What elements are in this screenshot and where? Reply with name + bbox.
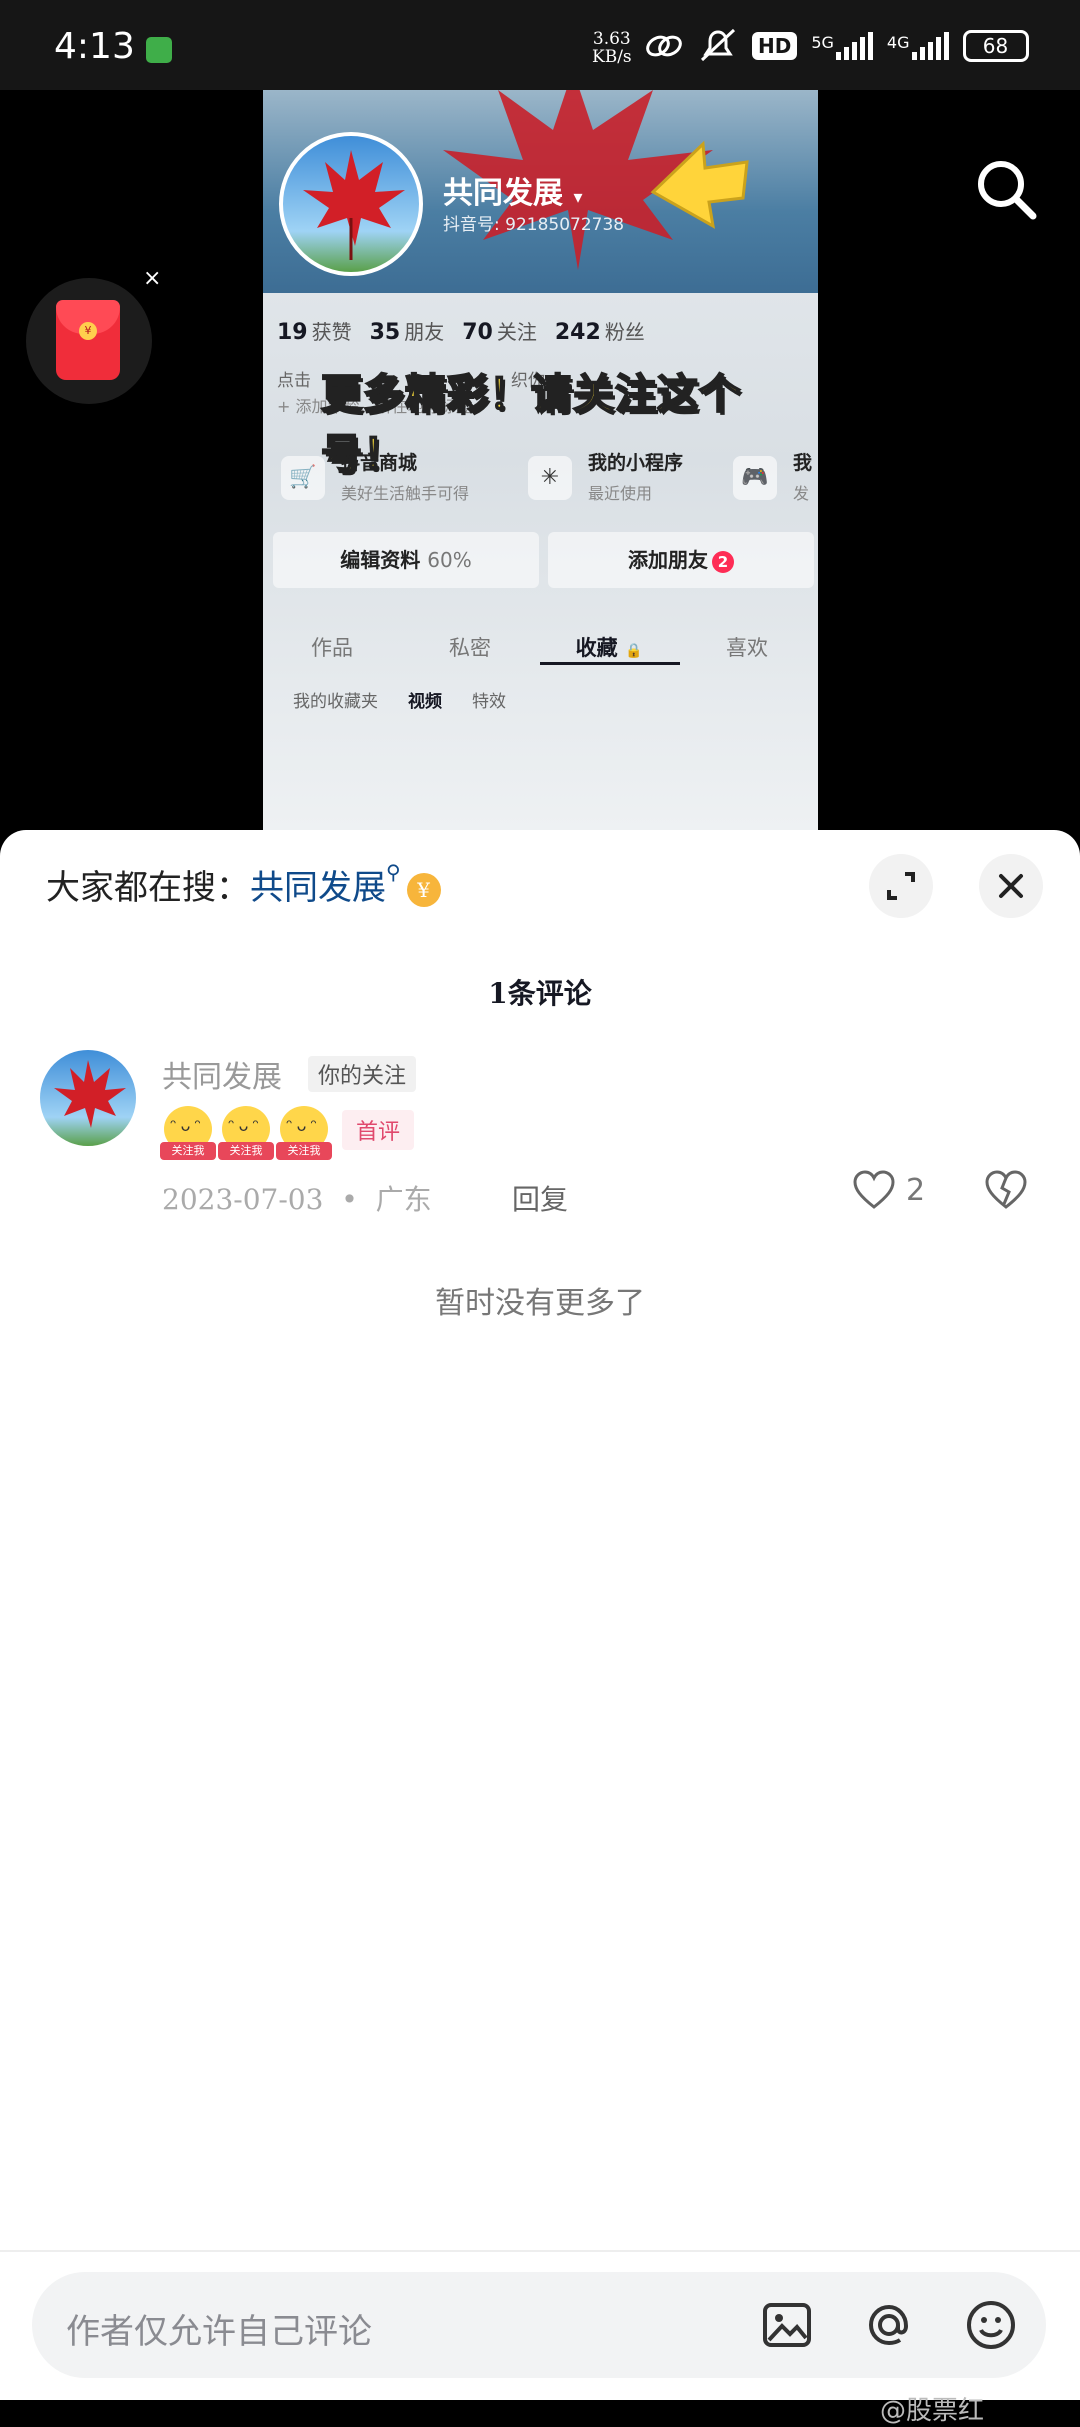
broken-heart-icon <box>985 1170 1027 1209</box>
lock-icon: 🔒 <box>624 643 643 659</box>
coin-icon: ¥ <box>406 873 441 907</box>
tool-sub: 发 <box>793 484 810 503</box>
profile-tabs: 作品 私密 收藏 🔒 喜欢 <box>263 620 818 676</box>
comment-input-placeholder: 作者仅允许自己评论 <box>66 2312 372 2352</box>
miniapp-icon: ✳ <box>528 456 572 500</box>
profile-id: 抖音号: 92185072738 <box>443 215 625 235</box>
subtab-folders: 我的收藏夹 <box>293 692 378 712</box>
game-icon: 🎮 <box>733 456 777 500</box>
first-comment-badge: 首评 <box>342 1110 415 1150</box>
net-5g-label: 5G <box>811 33 834 52</box>
tool-game: 🎮 我 发 <box>733 442 818 512</box>
following-tag: 你的关注 <box>308 1056 417 1092</box>
favorites-subtabs: 我的收藏夹 视频 特效 <box>293 687 506 712</box>
dislike-button[interactable] <box>984 1170 1028 1214</box>
red-packet-button[interactable]: ¥ <box>26 278 152 404</box>
pointing-arrow-icon <box>650 140 749 229</box>
profile-stats: 19 获赞 35 朋友 70 关注 242 粉丝 <box>277 316 645 345</box>
notification-badge: 2 <box>712 550 734 573</box>
divider <box>0 2250 1080 2252</box>
trending-keyword[interactable]: 共同发展 <box>250 868 386 908</box>
image-icon[interactable] <box>760 2298 814 2352</box>
tab-favorites: 收藏 🔒 <box>575 636 643 660</box>
follow-me-emoji-icon: ᵔᴗᵔ 关注我 <box>218 1106 274 1162</box>
signal-bars-icon <box>835 32 873 60</box>
add-friends-button: 添加朋友 2 <box>548 532 814 588</box>
trending-label: 大家都在搜： <box>46 868 250 908</box>
battery-icon: 68 <box>962 30 1029 62</box>
tool-shop: 🛒 抖音商城 美好生活触手可得 <box>281 442 521 512</box>
profile-name: 共同发展 ▾ <box>443 168 583 212</box>
follow-me-emoji-icon: ᵔᴗᵔ 关注我 <box>276 1106 332 1162</box>
tab-likes: 喜欢 <box>726 636 768 660</box>
tool-sub: 美好生活触手可得 <box>341 484 470 503</box>
like-button[interactable]: 2 <box>852 1170 925 1210</box>
status-bar: 4:13 3.63 KB/s HD 5G 4G 68 <box>0 0 1080 90</box>
comment-location: 广东 <box>375 1183 432 1216</box>
signal-5g: 5G <box>811 32 873 60</box>
link-icon <box>646 35 682 57</box>
comment-emojis: ᵔᴗᵔ 关注我 ᵔᴗᵔ 关注我 ᵔᴗᵔ 关注我 <box>160 1106 332 1162</box>
hd-voice-icon: HD <box>752 32 798 60</box>
search-small-icon: ⚲ <box>386 860 401 884</box>
heart-icon <box>853 1170 895 1209</box>
tool-title: 抖音商城 <box>341 452 418 474</box>
edit-profile-button: 编辑资料 60% <box>273 532 539 588</box>
subtab-effects: 特效 <box>472 692 506 712</box>
tool-title: 我 <box>793 452 813 474</box>
network-speed: 3.63 KB/s <box>592 30 632 66</box>
mention-icon[interactable] <box>862 2298 916 2352</box>
maple-leaf-icon <box>54 1060 126 1128</box>
signal-4g: 4G <box>887 32 949 60</box>
comment-count: 1条评论 <box>488 977 592 1010</box>
status-time: 4:13 <box>54 26 135 67</box>
expand-icon <box>887 872 915 900</box>
tab-private: 私密 <box>449 636 491 660</box>
watermark: @股票红 <box>880 2396 985 2426</box>
android-app-icon <box>146 37 172 63</box>
emoji-icon[interactable] <box>964 2298 1018 2352</box>
speed-unit: KB/s <box>592 47 632 67</box>
like-count: 2 <box>906 1172 926 1208</box>
tool-title: 我的小程序 <box>588 452 684 474</box>
trending-search[interactable]: 大家都在搜：共同发展⚲¥ <box>46 860 441 909</box>
close-icon <box>999 874 1023 898</box>
tab-works: 作品 <box>311 636 353 660</box>
profile-name-text: 共同发展 <box>443 176 563 211</box>
stat-followers: 242 粉丝 <box>554 320 645 345</box>
stat-following: 70 关注 <box>462 320 537 345</box>
close-button[interactable] <box>979 854 1043 918</box>
cart-icon: 🛒 <box>281 456 325 500</box>
avatar[interactable] <box>40 1050 136 1146</box>
comment-meta: 2023-07-03 • 广东 <box>162 1183 432 1216</box>
red-packet-icon: ¥ <box>56 300 120 380</box>
maple-leaf-icon <box>303 150 405 260</box>
net-4g-label: 4G <box>886 33 910 52</box>
tool-miniapp: ✳ 我的小程序 最近使用 <box>528 442 728 512</box>
dropdown-icon: ▾ <box>573 187 583 208</box>
comment-date: 2023-07-03 <box>162 1183 324 1216</box>
mute-bell-icon <box>700 28 736 62</box>
video-player[interactable]: 共同发展 ▾ 抖音号: 92185072738 19 获赞 35 朋友 70 关注 2… <box>0 90 1080 830</box>
reply-button[interactable]: 回复 <box>512 1178 568 1218</box>
stat-friends: 35 朋友 <box>369 320 445 345</box>
red-packet-close-button[interactable]: × <box>143 266 161 291</box>
signal-bars-icon <box>911 32 949 60</box>
comment-author[interactable]: 共同发展 <box>162 1052 282 1096</box>
expand-button[interactable] <box>869 854 933 918</box>
profile-avatar <box>279 132 423 276</box>
comment-input[interactable]: 作者仅允许自己评论 <box>32 2272 1046 2378</box>
profile-tools: 🛒 抖音商城 美好生活触手可得 ✳ 我的小程序 最近使用 🎮 我 发 <box>263 442 818 512</box>
subtab-videos: 视频 <box>408 692 442 712</box>
status-icons: HD 5G 4G 68 <box>644 28 1029 64</box>
follow-me-emoji-icon: ᵔᴗᵔ 关注我 <box>160 1106 216 1162</box>
comment-sheet: 大家都在搜：共同发展⚲¥ 1条评论 共同发展 你的关注 ᵔᴗᵔ 关注我 ᵔᴗᵔ 关注… <box>0 830 1080 2426</box>
stat-likes: 19 获赞 <box>277 320 352 345</box>
no-more-comments: 暂时没有更多了 <box>435 1286 645 1321</box>
speed-value: 3.63 <box>592 29 631 49</box>
video-frame: 共同发展 ▾ 抖音号: 92185072738 19 获赞 35 朋友 70 关注 2… <box>263 90 818 830</box>
tab-underline <box>540 662 680 665</box>
tool-sub: 最近使用 <box>588 484 653 503</box>
search-icon[interactable] <box>975 158 1037 220</box>
